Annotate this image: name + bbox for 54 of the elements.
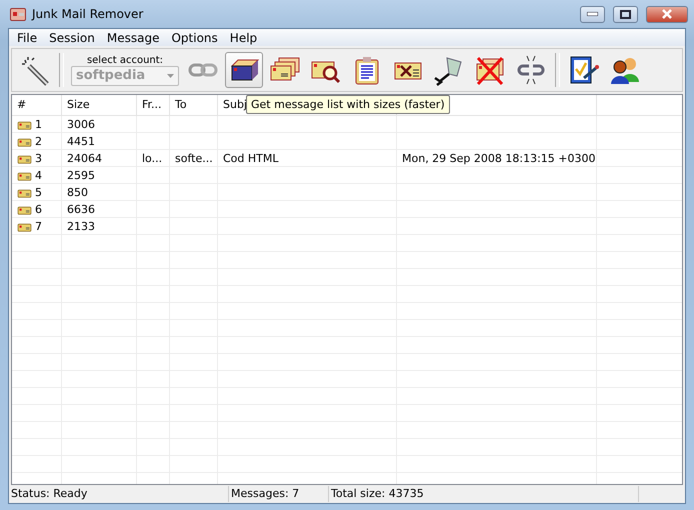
table-cell: 4451 <box>62 133 137 150</box>
message-number: 2 <box>35 134 42 150</box>
message-number: 1 <box>35 117 42 133</box>
envelope-icon <box>17 136 32 146</box>
menu-item[interactable]: Message <box>100 30 166 44</box>
table-cell: 24064 <box>62 150 137 167</box>
envelope-icon <box>17 204 32 214</box>
message-number: 6 <box>35 202 42 218</box>
status-text: Total size: 43735 <box>329 486 639 502</box>
minimize-button[interactable] <box>580 6 605 22</box>
table-cell: 3006 <box>62 116 137 133</box>
app-icon <box>10 8 26 20</box>
close-button[interactable] <box>646 6 688 22</box>
envelope-icon <box>17 222 32 232</box>
message-number: 4 <box>35 168 42 184</box>
envelope-icon <box>17 154 32 164</box>
table-cell: 850 <box>62 184 137 201</box>
table-cell: Cod HTML <box>218 150 397 167</box>
status-text: Messages: 7 <box>229 486 329 502</box>
broken-link-icon <box>515 54 547 86</box>
table-cell: 2133 <box>62 218 137 235</box>
close-icon <box>661 9 673 19</box>
table-cell: Mon, 29 Sep 2008 18:13:15 +0300 <box>397 150 597 167</box>
envelope-icon <box>17 188 32 198</box>
menu-item[interactable]: Options <box>165 30 224 44</box>
envelope-icon <box>17 170 32 180</box>
table-cell: lo... <box>137 150 170 167</box>
caret-icon <box>167 74 174 78</box>
tooltip: Get message list with sizes (faster) <box>246 95 450 114</box>
maximize-button[interactable] <box>613 6 638 22</box>
menu-item[interactable]: Help <box>224 30 264 44</box>
minimize-icon <box>587 12 598 16</box>
column-header[interactable]: Size <box>67 98 90 111</box>
table-cell: 2595 <box>62 167 137 184</box>
table-cell: 6636 <box>62 201 137 218</box>
envelope-icon <box>17 120 32 130</box>
table-cell: softe... <box>170 150 218 167</box>
message-number: 7 <box>35 219 42 235</box>
checklist-icon <box>568 54 600 86</box>
status-text: Status: Ready <box>9 486 229 502</box>
column-header[interactable]: Fr... <box>142 98 162 111</box>
column-header[interactable]: To <box>175 98 187 111</box>
maximize-icon <box>620 10 631 18</box>
column-header[interactable]: # <box>17 98 26 111</box>
menu-item[interactable]: File <box>11 30 44 44</box>
window-title: Junk Mail Remover <box>32 7 144 21</box>
message-number: 3 <box>35 151 42 167</box>
account-label: select account: <box>86 54 164 66</box>
column-header[interactable]: Subj <box>223 98 247 111</box>
crossed-envelopes-icon <box>474 54 506 86</box>
magic-wand-icon <box>19 54 51 86</box>
message-number: 5 <box>35 185 42 201</box>
toolbar-button[interactable] <box>225 52 263 88</box>
menu-item[interactable]: Session <box>43 30 101 44</box>
